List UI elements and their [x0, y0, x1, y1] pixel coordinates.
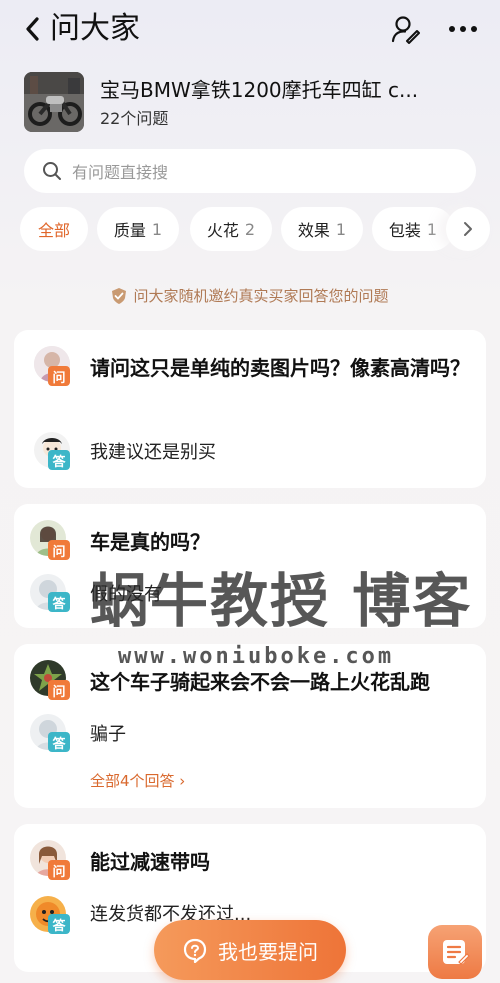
- question-card[interactable]: 问 请问这只是单纯的卖图片吗？像素高清吗？ 答 我建议还是别买: [14, 330, 486, 488]
- search-icon: [43, 162, 61, 180]
- invite-notice: 问大家随机邀约真实买家回答您的问题: [0, 285, 500, 306]
- search-placeholder: 有问题直接搜: [72, 163, 169, 182]
- notes-fab-button[interactable]: [428, 925, 482, 979]
- chevron-right-icon: [464, 222, 472, 236]
- chip-count: 1: [426, 219, 438, 239]
- more-tags-button[interactable]: [446, 207, 490, 251]
- answer-badge: 答: [48, 914, 70, 934]
- ask-button-label: 我也要提问: [218, 939, 318, 964]
- question-badge: 问: [48, 860, 70, 880]
- tag-chip-all[interactable]: 全部: [20, 207, 88, 251]
- question-badge: 问: [48, 540, 70, 560]
- watermark-url: www.woniuboke.com: [118, 644, 395, 669]
- chip-count: 1: [151, 219, 163, 239]
- answer-badge: 答: [48, 732, 70, 752]
- answer-badge: 答: [48, 450, 70, 470]
- chevron-left-icon: [26, 17, 39, 41]
- more-dots-icon: [449, 26, 477, 32]
- answer-text: 骗子: [90, 724, 126, 745]
- back-button[interactable]: [18, 12, 48, 46]
- all-answers-link[interactable]: 全部4个回答 ›: [90, 770, 185, 791]
- watermark-text: 蜗牛教授 博客: [90, 567, 473, 635]
- answer-text: 我建议还是别买: [90, 442, 216, 463]
- more-button[interactable]: [446, 12, 480, 46]
- chip-label: 包装: [388, 221, 421, 240]
- chip-label: 全部: [37, 221, 70, 240]
- chip-label: 质量: [113, 221, 146, 240]
- tag-filter-bar: 全部 质量 1 火花 2 效果 1 包装 1: [20, 207, 500, 251]
- tag-chip-quality[interactable]: 质量 1: [97, 207, 179, 251]
- product-thumbnail[interactable]: [24, 72, 84, 132]
- tag-chip-effect[interactable]: 效果 1: [281, 207, 363, 251]
- search-bar[interactable]: 有问题直接搜: [24, 149, 476, 193]
- tag-chip-spark[interactable]: 火花 2: [190, 207, 272, 251]
- question-text[interactable]: 这个车子骑起来会不会一路上火花乱跑: [90, 666, 430, 698]
- chip-count: 2: [244, 219, 256, 239]
- question-text[interactable]: 能过减速带吗: [90, 846, 210, 878]
- verified-shield-icon: [112, 287, 127, 304]
- notice-text: 问大家随机邀约真实买家回答您的问题: [133, 287, 389, 305]
- question-text[interactable]: 车是真的吗？: [90, 526, 210, 558]
- question-badge: 问: [48, 366, 70, 386]
- chip-count: 1: [335, 219, 347, 239]
- ask-question-button[interactable]: 我也要提问: [154, 920, 346, 980]
- ask-bubble-icon: [183, 938, 207, 963]
- chip-label: 效果: [297, 221, 330, 240]
- page-title: 问大家: [50, 11, 140, 46]
- question-badge: 问: [48, 680, 70, 700]
- motorcycle-image: [24, 72, 84, 132]
- answer-badge: 答: [48, 592, 70, 612]
- chip-label: 火花: [206, 221, 239, 240]
- tag-chip-packaging[interactable]: 包装 1: [372, 207, 454, 251]
- profile-button[interactable]: [388, 12, 422, 46]
- user-edit-icon: [391, 16, 420, 44]
- question-count: 22个问题: [100, 109, 169, 128]
- notes-edit-icon: [443, 940, 470, 965]
- question-text[interactable]: 请问这只是单纯的卖图片吗？像素高清吗？: [90, 352, 470, 384]
- product-name[interactable]: 宝马BMW拿铁1200摩托车四缸 c...: [100, 76, 472, 104]
